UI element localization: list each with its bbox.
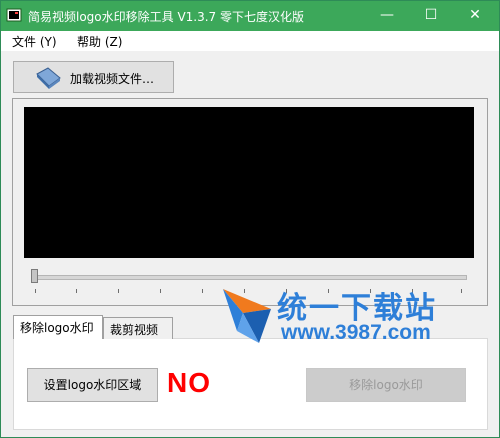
maximize-button[interactable]: ☐ — [409, 1, 453, 31]
set-logo-region-button[interactable]: 设置logo水印区域 — [27, 368, 158, 402]
slider-tick — [160, 289, 161, 293]
load-video-label: 加载视频文件… — [70, 72, 155, 86]
minimize-button[interactable]: — — [365, 1, 409, 31]
video-load-icon — [36, 67, 61, 89]
video-preview-frame — [12, 98, 488, 306]
tab-remove-logo[interactable]: 移除logo水印 — [13, 315, 103, 339]
window-title: 简易视频logo水印移除工具 V1.3.7 零下七度汉化版 — [28, 10, 305, 24]
slider-tick — [202, 289, 203, 293]
video-preview[interactable] — [24, 107, 474, 258]
region-status-text: NO — [167, 367, 211, 398]
slider-tick — [35, 289, 36, 293]
slider-tick — [76, 289, 77, 293]
tab-crop-video[interactable]: 裁剪视频 — [103, 317, 173, 339]
menu-bar: 文件 (Y) 帮助 (Z) — [1, 31, 499, 51]
app-icon — [6, 8, 22, 22]
seek-slider-track[interactable] — [33, 275, 467, 280]
remove-logo-button[interactable]: 移除logo水印 — [306, 368, 466, 402]
watermark-logo-icon — [223, 289, 271, 343]
load-video-button[interactable]: 加载视频文件… — [13, 61, 174, 93]
title-bar[interactable]: 简易视频logo水印移除工具 V1.3.7 零下七度汉化版 — ☐ ✕ — [1, 1, 499, 31]
menu-help[interactable]: 帮助 (Z) — [77, 33, 122, 50]
site-watermark: 统一下载站 www.3987.com — [219, 281, 479, 361]
close-button[interactable]: ✕ — [453, 1, 497, 31]
watermark-url: www.3987.com — [281, 321, 431, 344]
menu-file[interactable]: 文件 (Y) — [12, 33, 57, 50]
seek-slider-thumb[interactable] — [31, 269, 38, 283]
slider-tick — [118, 289, 119, 293]
app-window: 简易视频logo水印移除工具 V1.3.7 零下七度汉化版 — ☐ ✕ 文件 (… — [0, 0, 500, 438]
